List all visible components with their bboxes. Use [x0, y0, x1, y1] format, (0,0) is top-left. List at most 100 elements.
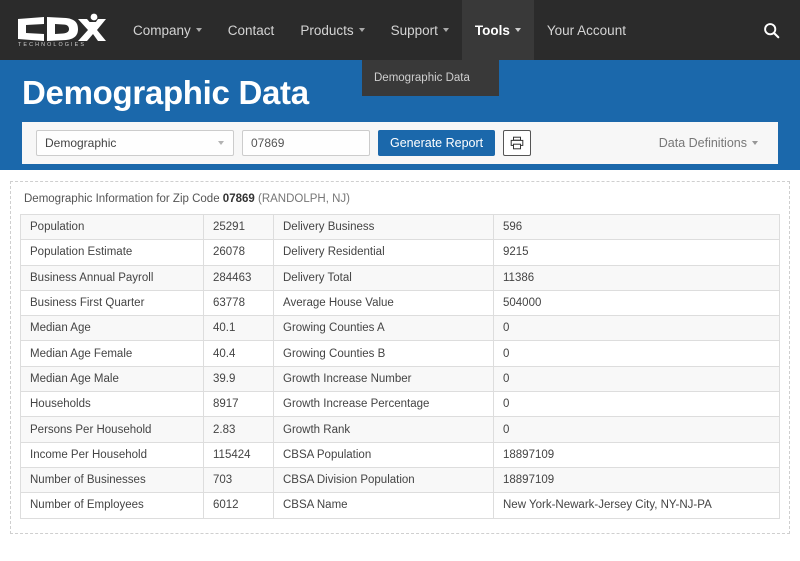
- nav-item-company[interactable]: Company: [120, 0, 215, 60]
- row-label-right: CBSA Division Population: [273, 466, 494, 494]
- row-label-right: Growth Increase Percentage: [273, 391, 494, 418]
- printer-icon: [510, 136, 524, 150]
- row-label-left: Median Age: [20, 315, 204, 342]
- chevron-down-icon: [514, 28, 521, 32]
- row-value-right: New York-Newark-Jersey City, NY-NJ-PA: [493, 492, 780, 519]
- row-label-left: Median Age Male: [20, 365, 204, 393]
- row-value-right: 0: [493, 315, 780, 342]
- row-value-left: 40.4: [203, 340, 274, 367]
- data-definitions-label: Data Definitions: [658, 136, 747, 150]
- report-panel: Demographic Information for Zip Code 078…: [10, 181, 790, 534]
- chevron-down-icon: [442, 28, 449, 32]
- row-value-left: 6012: [203, 492, 274, 519]
- cdx-logo[interactable]: TECHNOLOGIES: [10, 13, 110, 47]
- row-value-left: 63778: [203, 289, 274, 317]
- row-label-left: Median Age Female: [20, 340, 204, 367]
- row-label-left: Business First Quarter: [20, 289, 204, 317]
- row-label-right: Delivery Business: [273, 213, 494, 241]
- row-label-right: Growth Increase Number: [273, 365, 494, 393]
- nav-item-your-account[interactable]: Your Account: [534, 0, 639, 60]
- search-icon: [763, 22, 779, 38]
- row-label-left: Number of Employees: [20, 492, 204, 519]
- table-row: Business Annual Payroll 284463 Delivery To…: [20, 264, 780, 291]
- nav-item-label: Your Account: [546, 22, 626, 38]
- row-label-right: Delivery Residential: [273, 239, 494, 266]
- row-value-right: 18897109: [493, 441, 780, 468]
- table-row: Median Age Female 40.4 Growing Counties B0: [20, 340, 780, 367]
- row-value-right: 18897109: [493, 466, 780, 494]
- dropdown-item-demographic-data[interactable]: Demographic Data: [362, 69, 499, 87]
- row-label-right: Growing Counties A: [273, 315, 494, 342]
- table-row: Households 8917 Growth Increase Percentage…: [20, 391, 780, 418]
- row-value-left: 25291: [203, 213, 274, 241]
- row-value-left: 26078: [203, 239, 274, 266]
- row-value-right: 0: [493, 416, 780, 443]
- row-value-right: 0: [493, 365, 780, 393]
- table-row: Persons Per Household 2.83 Growth Rank 0: [20, 416, 780, 443]
- zip-code-input[interactable]: [242, 130, 370, 156]
- row-label-right: Growth Rank: [273, 416, 494, 443]
- row-value-right: 504000: [493, 289, 780, 317]
- data-definitions-toggle[interactable]: Data Definitions: [659, 136, 764, 150]
- table-body: Population 25291 Delivery Business 596 Popul…: [20, 213, 780, 519]
- row-value-left: 703: [203, 466, 274, 494]
- row-value-right: 596: [493, 213, 780, 241]
- table-row: Population 25291 Delivery Business 596: [20, 213, 780, 241]
- nav-item-label: Contact: [227, 22, 275, 38]
- nav-item-label: Support: [390, 22, 438, 38]
- row-label-left: Households: [20, 391, 204, 418]
- chevron-down-icon: [218, 141, 224, 145]
- chevron-down-icon: [752, 141, 758, 145]
- report-caption-place: (RANDOLPH, NJ): [257, 193, 350, 205]
- nav-item-contact[interactable]: Contact: [215, 0, 288, 60]
- dataset-select-value: Demographic: [45, 136, 117, 150]
- row-label-left: Population: [20, 213, 204, 241]
- row-label-right: CBSA Name: [273, 492, 494, 519]
- report-caption-zip: 07869: [222, 193, 255, 205]
- row-label-left: Number of Businesses: [20, 466, 204, 494]
- row-value-right: 0: [493, 391, 780, 418]
- table-row: Number of Employees 6012 CBSA Name New York…: [20, 492, 780, 519]
- row-value-left: 40.1: [203, 315, 274, 342]
- row-label-left: Persons Per Household: [20, 416, 204, 443]
- report-caption: Demographic Information for Zip Code 078…: [20, 192, 780, 214]
- row-value-left: 115424: [203, 441, 274, 468]
- row-value-left: 8917: [203, 391, 274, 418]
- generate-report-button[interactable]: Generate Report: [378, 130, 496, 156]
- nav-item-list: Company Contact Products Support Tools Y…: [120, 0, 639, 60]
- tools-dropdown-menu: Demographic Data: [362, 60, 499, 96]
- top-navigation-bar: TECHNOLOGIES Company Contact Products Su…: [0, 0, 800, 96]
- row-value-right: 11386: [493, 264, 780, 291]
- row-value-right: 0: [493, 340, 780, 367]
- row-value-right: 9215: [493, 239, 780, 266]
- table-row: Number of Businesses 703 CBSA Division Pop…: [20, 466, 780, 494]
- table-row: Income Per Household 115424 CBSA Populatio…: [20, 441, 780, 468]
- cdx-logo-mark: TECHNOLOGIES: [18, 13, 106, 47]
- nav-item-label: Company: [133, 22, 191, 38]
- row-label-left: Business Annual Payroll: [20, 264, 204, 291]
- table-row: Population Estimate 26078 Delivery Residen…: [20, 239, 780, 266]
- table-row: Median Age 40.1 Growing Counties A0: [20, 315, 780, 342]
- chevron-down-icon: [195, 28, 202, 32]
- row-label-right: Average House Value: [273, 289, 494, 317]
- print-button[interactable]: [503, 130, 532, 156]
- logo-tagline-text: TECHNOLOGIES: [18, 42, 86, 47]
- nav-item-label: Products: [300, 22, 354, 38]
- row-label-right: Growing Counties B: [273, 340, 494, 367]
- row-label-right: Delivery Total: [273, 264, 494, 291]
- dataset-select[interactable]: Demographic: [36, 130, 234, 156]
- nav-item-label: Tools: [474, 22, 510, 38]
- row-label-left: Population Estimate: [20, 239, 204, 266]
- demographic-data-table: Population 25291 Delivery Business 596 Popul…: [20, 213, 780, 519]
- report-form-bar: Demographic Generate Report Data Definit…: [22, 122, 778, 164]
- nav-item-products[interactable]: Products: [287, 0, 377, 60]
- nav-item-tools[interactable]: Tools: [461, 0, 534, 60]
- row-value-left: 2.83: [203, 416, 274, 443]
- report-caption-prefix: Demographic Information for Zip Code: [24, 193, 220, 205]
- row-label-left: Income Per Household: [20, 441, 204, 468]
- table-row: Median Age Male 39.9 Growth Increase Numbe…: [20, 365, 780, 393]
- nav-item-support[interactable]: Support: [378, 0, 462, 60]
- search-button[interactable]: [758, 17, 784, 43]
- row-value-left: 39.9: [203, 365, 274, 393]
- chevron-down-icon: [358, 28, 365, 32]
